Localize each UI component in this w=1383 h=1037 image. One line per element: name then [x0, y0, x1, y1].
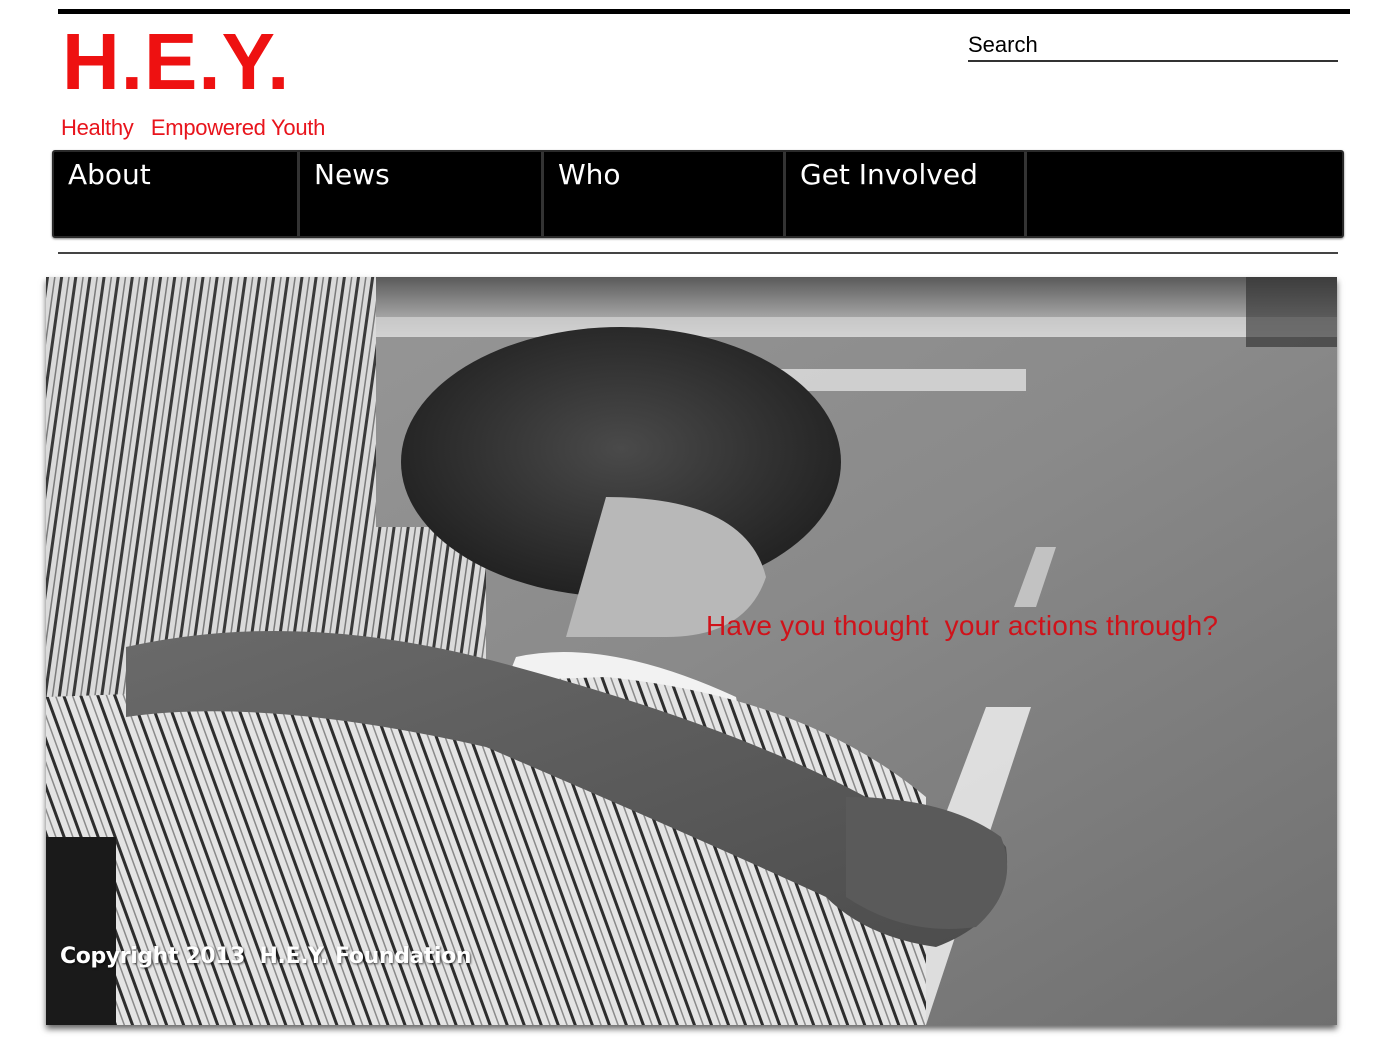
- nav-item-news[interactable]: News: [300, 152, 544, 236]
- search-box[interactable]: [968, 32, 1338, 62]
- hero-quote: Have you thought your actions through?: [706, 610, 1219, 641]
- hero-photo: [46, 277, 1337, 1025]
- nav-item-label: About: [68, 158, 151, 191]
- nav-item-label: Get Involved: [800, 158, 978, 191]
- top-rule: [58, 9, 1350, 14]
- main-nav: About News Who Get Involved: [52, 150, 1344, 238]
- hero-banner: Have you thought your actions through? C…: [46, 277, 1337, 1025]
- nav-item-empty[interactable]: [1027, 152, 1342, 236]
- nav-item-who[interactable]: Who: [544, 152, 786, 236]
- nav-item-label: Who: [558, 158, 621, 191]
- nav-item-about[interactable]: About: [54, 152, 300, 236]
- search-input[interactable]: [968, 32, 1338, 58]
- nav-item-label: News: [314, 158, 390, 191]
- nav-divider: [58, 252, 1338, 254]
- site-logo[interactable]: H.E.Y.: [62, 22, 290, 102]
- nav-item-get-involved[interactable]: Get Involved: [786, 152, 1027, 236]
- site-tagline: Healthy Empowered Youth: [61, 115, 326, 140]
- copyright-text: Copyright 2013 H.E.Y. Foundation: [60, 944, 472, 969]
